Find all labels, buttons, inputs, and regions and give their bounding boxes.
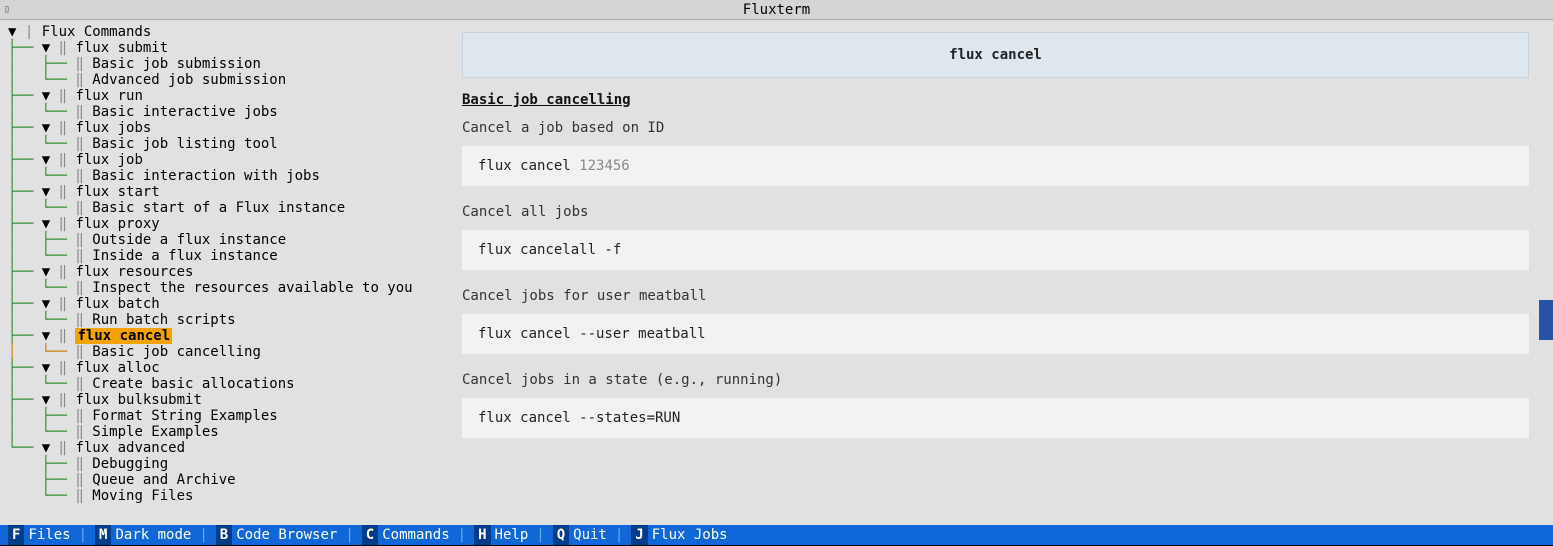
section-title: Basic job cancelling	[462, 92, 1529, 108]
main-area: ▼ | Flux Commands├── ▼ ‖ flux submit│ ├─…	[0, 20, 1553, 525]
tree-item-flux-bulksubmit[interactable]: ├── ▼ ‖ flux bulksubmit	[8, 392, 430, 408]
hotkey-label: Commands	[382, 525, 449, 545]
tree-subitem[interactable]: │ └── ‖ Basic interactive jobs	[8, 104, 430, 120]
separator: |	[199, 525, 207, 545]
hotkey-label: Dark mode	[115, 525, 191, 545]
tree-item-flux-alloc[interactable]: ├── ▼ ‖ flux alloc	[8, 360, 430, 376]
hotkey: C	[362, 525, 378, 545]
tree-item-flux-jobs[interactable]: ├── ▼ ‖ flux jobs	[8, 120, 430, 136]
block-description: Cancel jobs for user meatball	[462, 288, 1529, 304]
hotkey: J	[631, 525, 647, 545]
tree-subitem[interactable]: ├── ‖ Debugging	[8, 456, 430, 472]
menu-icon[interactable]: ▯	[4, 0, 10, 20]
tree-item-flux-batch[interactable]: ├── ▼ ‖ flux batch	[8, 296, 430, 312]
hotkey: M	[95, 525, 111, 545]
tree-subitem[interactable]: │ └── ‖ Inside a flux instance	[8, 248, 430, 264]
statusbar-item-files[interactable]: FFiles	[8, 525, 71, 545]
code-block: flux cancelall -f	[462, 230, 1529, 270]
tree-root[interactable]: ▼ | Flux Commands	[8, 24, 430, 40]
command-tree[interactable]: ▼ | Flux Commands├── ▼ ‖ flux submit│ ├─…	[0, 20, 438, 525]
tree-subitem[interactable]: │ └── ‖ Basic start of a Flux instance	[8, 200, 430, 216]
hotkey: B	[216, 525, 232, 545]
tree-item-flux-run[interactable]: ├── ▼ ‖ flux run	[8, 88, 430, 104]
scrollbar-thumb[interactable]	[1539, 300, 1553, 340]
statusbar: FFiles | MDark mode | BCode Browser | CCommand…	[0, 525, 1553, 545]
separator: |	[536, 525, 544, 545]
tree-subitem[interactable]: │ └── ‖ Simple Examples	[8, 424, 430, 440]
hotkey-label: Quit	[573, 525, 607, 545]
tree-item-flux-advanced[interactable]: └── ▼ ‖ flux advanced	[8, 440, 430, 456]
tree-subitem[interactable]: │ └── ‖ Run batch scripts	[8, 312, 430, 328]
hotkey-label: Files	[28, 525, 70, 545]
code-block: flux cancel --states=RUN	[462, 398, 1529, 438]
hotkey: F	[8, 525, 24, 545]
tree-subitem[interactable]: │ └── ‖ Basic interaction with jobs	[8, 168, 430, 184]
tree-subitem[interactable]: │ └── ‖ Inspect the resources available …	[8, 280, 430, 296]
statusbar-item-quit[interactable]: QQuit	[553, 525, 607, 545]
hotkey-label: Code Browser	[236, 525, 337, 545]
statusbar-item-dark-mode[interactable]: MDark mode	[95, 525, 191, 545]
tree-item-flux-resources[interactable]: ├── ▼ ‖ flux resources	[8, 264, 430, 280]
statusbar-item-help[interactable]: HHelp	[474, 525, 528, 545]
tree-subitem[interactable]: │ └── ‖ Basic job cancelling	[8, 344, 430, 360]
tree-subitem[interactable]: │ ├── ‖ Format String Examples	[8, 408, 430, 424]
statusbar-item-commands[interactable]: CCommands	[362, 525, 450, 545]
block-description: Cancel a job based on ID	[462, 120, 1529, 136]
hotkey: H	[474, 525, 490, 545]
statusbar-item-code-browser[interactable]: BCode Browser	[216, 525, 338, 545]
hotkey: Q	[553, 525, 569, 545]
tree-item-flux-start[interactable]: ├── ▼ ‖ flux start	[8, 184, 430, 200]
code-block: flux cancel 123456	[462, 146, 1529, 186]
tree-item-flux-job[interactable]: ├── ▼ ‖ flux job	[8, 152, 430, 168]
tree-subitem[interactable]: │ ├── ‖ Basic job submission	[8, 56, 430, 72]
tree-subitem[interactable]: │ └── ‖ Advanced job submission	[8, 72, 430, 88]
code-block: flux cancel --user meatball	[462, 314, 1529, 354]
separator: |	[615, 525, 623, 545]
app-title: Fluxterm	[743, 2, 810, 18]
separator: |	[79, 525, 87, 545]
tree-item-flux-proxy[interactable]: ├── ▼ ‖ flux proxy	[8, 216, 430, 232]
tree-subitem[interactable]: ├── ‖ Queue and Archive	[8, 472, 430, 488]
hotkey-label: Help	[495, 525, 529, 545]
block-description: Cancel jobs in a state (e.g., running)	[462, 372, 1529, 388]
block-description: Cancel all jobs	[462, 204, 1529, 220]
statusbar-item-flux-jobs[interactable]: JFlux Jobs	[631, 525, 727, 545]
tree-subitem[interactable]: │ └── ‖ Create basic allocations	[8, 376, 430, 392]
tree-item-flux-cancel[interactable]: ├── ▼ ‖ flux cancel	[8, 328, 430, 344]
tree-item-flux-submit[interactable]: ├── ▼ ‖ flux submit	[8, 40, 430, 56]
tree-subitem[interactable]: └── ‖ Moving Files	[8, 488, 430, 504]
content-pane: flux cancel Basic job cancelling Cancel …	[438, 20, 1553, 525]
separator: |	[458, 525, 466, 545]
titlebar: ▯ Fluxterm	[0, 0, 1553, 20]
content-header: flux cancel	[462, 32, 1529, 78]
separator: |	[345, 525, 353, 545]
tree-subitem[interactable]: │ └── ‖ Basic job listing tool	[8, 136, 430, 152]
hotkey-label: Flux Jobs	[652, 525, 728, 545]
tree-subitem[interactable]: │ ├── ‖ Outside a flux instance	[8, 232, 430, 248]
